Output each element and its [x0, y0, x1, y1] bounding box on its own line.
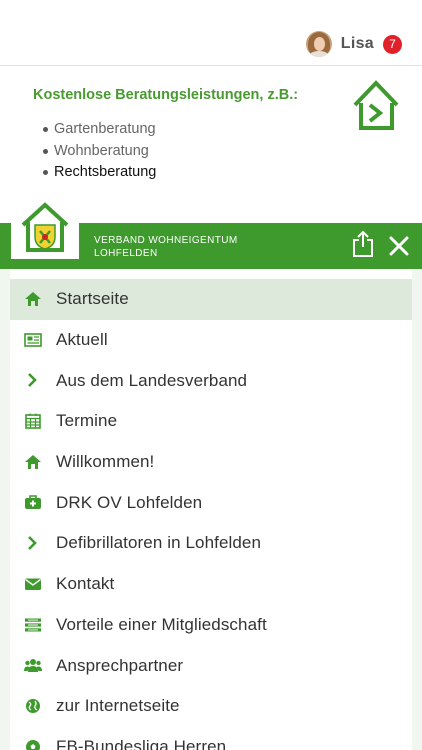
house-logo-icon	[353, 80, 399, 130]
globe-icon	[26, 698, 40, 713]
menu-item-kontakt[interactable]: Kontakt	[10, 564, 412, 605]
service-item: Gartenberatung	[43, 119, 156, 141]
notification-badge[interactable]: 7	[383, 34, 402, 54]
close-icon[interactable]	[388, 235, 410, 257]
menu-item-label: Vorteile einer Mitgliedschaft	[56, 614, 267, 634]
brand-name: VERBAND WOHNEIGENTUM LOHFELDEN	[94, 235, 238, 259]
share-icon[interactable]	[351, 230, 375, 258]
avatar[interactable]	[305, 31, 332, 57]
menu-item-label: Aus dem Landesverband	[56, 370, 248, 390]
soccer-ball-icon	[26, 739, 40, 750]
group-icon	[24, 659, 42, 673]
menu-list: Startseite Aktuell Aus dem Landesverband…	[10, 279, 412, 750]
menu-item-label: Ansprechpartner	[56, 655, 184, 675]
menu-item-label: Willkommen!	[56, 452, 155, 472]
menu-item-label: Kontakt	[56, 574, 115, 594]
menu-item-label: Startseite	[56, 289, 129, 309]
medkit-icon	[25, 495, 41, 510]
top-bar: Lisa 7	[0, 0, 422, 66]
chevron-right-icon	[28, 536, 37, 551]
menu-item-bundesliga[interactable]: FB-Bundesliga Herren	[10, 727, 412, 750]
service-item: Rechtsberatung	[43, 162, 156, 184]
calendar-icon	[25, 413, 41, 429]
menu-item-ansprechpartner[interactable]: Ansprechpartner	[10, 645, 412, 686]
menu-item-vorteile[interactable]: Vorteile einer Mitgliedschaft	[10, 605, 412, 646]
home-icon	[25, 292, 41, 306]
envelope-icon	[25, 578, 41, 590]
menu-item-drk[interactable]: DRK OV Lohfelden	[10, 482, 412, 523]
chevron-right-icon	[28, 373, 37, 388]
menu-item-startseite[interactable]: Startseite	[10, 279, 412, 320]
menu-item-aktuell[interactable]: Aktuell	[10, 320, 412, 361]
menu-item-label: Termine	[56, 411, 118, 431]
user-profile[interactable]: Lisa 7	[305, 30, 402, 58]
newspaper-icon	[24, 332, 42, 347]
list-icon	[25, 618, 41, 631]
menu-item-internetseite[interactable]: zur Internetseite	[10, 686, 412, 727]
menu-item-label: Defibrillatoren in Lohfelden	[56, 533, 262, 553]
menu-item-label: DRK OV Lohfelden	[56, 492, 203, 512]
home-icon	[25, 454, 41, 469]
menu-item-label: Aktuell	[56, 330, 108, 350]
menu-item-termine[interactable]: Termine	[10, 401, 412, 442]
service-item: Wohnberatung	[43, 141, 156, 163]
banner-title: Kostenlose Beratungsleistungen, z.B.:	[33, 87, 299, 103]
user-name[interactable]: Lisa	[341, 35, 374, 53]
menu-item-landesverband[interactable]: Aus dem Landesverband	[10, 360, 412, 401]
brand-logo	[11, 199, 79, 259]
menu-item-label: FB-Bundesliga Herren	[56, 736, 227, 750]
menu-item-defibrillatoren[interactable]: Defibrillatoren in Lohfelden	[10, 523, 412, 564]
services-list: Gartenberatung Wohnberatung Rechtsberatu…	[43, 119, 156, 184]
menu-item-willkommen[interactable]: Willkommen!	[10, 442, 412, 483]
menu-item-label: zur Internetseite	[56, 696, 180, 716]
